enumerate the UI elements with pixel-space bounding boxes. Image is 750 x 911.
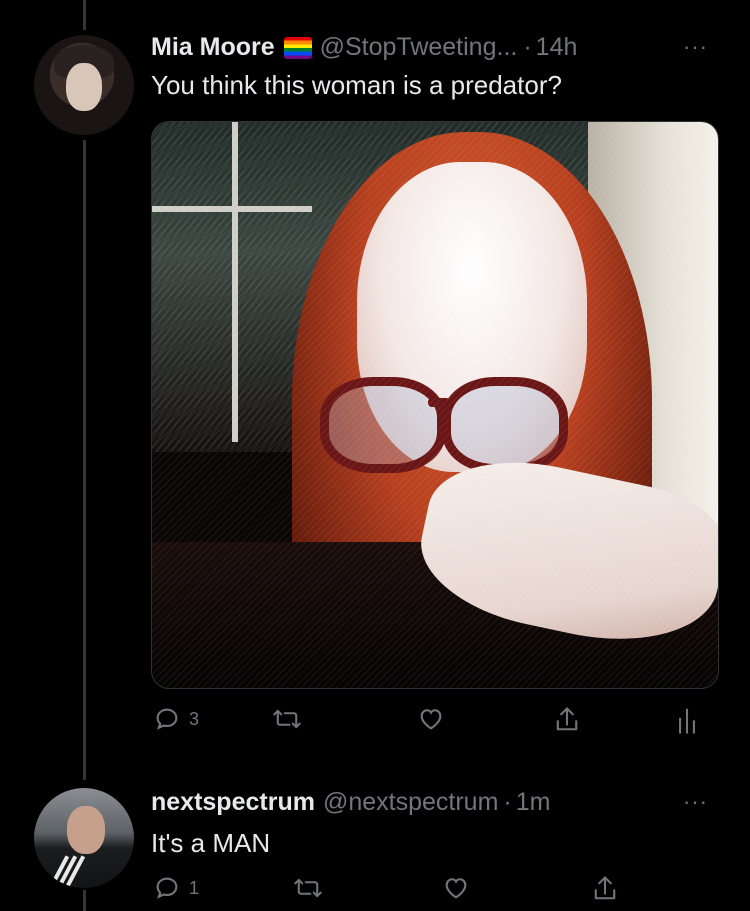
- retweet-button[interactable]: [293, 874, 323, 902]
- image-texture: [152, 122, 718, 688]
- like-icon: [420, 709, 442, 730]
- share-button[interactable]: [591, 874, 619, 904]
- tweet-text: It's a MAN: [151, 828, 271, 858]
- tweet-media-image[interactable]: [151, 121, 719, 689]
- share-button[interactable]: [553, 705, 581, 735]
- tweet-header: nextspectrum @nextspectrum · 1m: [151, 788, 550, 817]
- tweet-actions: 1: [151, 874, 711, 908]
- thread-line-bottom: [83, 890, 86, 911]
- share-icon: [594, 876, 616, 900]
- tweet-header: Mia Moore @StopTweeting... · 14h: [151, 33, 577, 62]
- avatar-face: [67, 806, 105, 854]
- reply-count: 3: [189, 708, 200, 729]
- display-name[interactable]: Mia Moore: [151, 33, 275, 62]
- more-icon[interactable]: ···: [683, 34, 708, 60]
- tweet-actions: 3: [151, 705, 711, 739]
- avatar[interactable]: [34, 35, 134, 135]
- rainbow-flag-icon: [283, 36, 312, 59]
- reply-count: 1: [189, 877, 200, 898]
- user-handle[interactable]: @StopTweeting...: [320, 33, 518, 62]
- timestamp[interactable]: 1m: [516, 788, 551, 817]
- thread-line-top: [83, 0, 86, 30]
- timestamp[interactable]: 14h: [536, 33, 578, 62]
- tweet-text: You think this woman is a predator?: [151, 70, 562, 100]
- like-icon: [445, 878, 467, 899]
- analytics-icon: [679, 708, 695, 734]
- separator: ·: [523, 33, 532, 61]
- avatar-face: [66, 63, 102, 111]
- reply-icon: [156, 708, 178, 730]
- reply-button[interactable]: 1: [153, 874, 199, 902]
- retweet-icon: [273, 709, 301, 729]
- reply-button[interactable]: 3: [153, 705, 199, 733]
- like-button[interactable]: [441, 874, 471, 902]
- user-handle[interactable]: @nextspectrum: [323, 788, 498, 817]
- display-name[interactable]: nextspectrum: [151, 788, 315, 817]
- reply-icon: [156, 877, 178, 899]
- retweet-icon: [294, 878, 322, 898]
- separator: ·: [503, 788, 512, 816]
- thread-connector: [83, 140, 86, 780]
- share-icon: [556, 707, 578, 731]
- more-icon[interactable]: ···: [683, 789, 708, 815]
- retweet-button[interactable]: [272, 705, 302, 733]
- analytics-button[interactable]: [675, 705, 699, 735]
- avatar[interactable]: [34, 788, 134, 888]
- like-button[interactable]: [416, 705, 446, 733]
